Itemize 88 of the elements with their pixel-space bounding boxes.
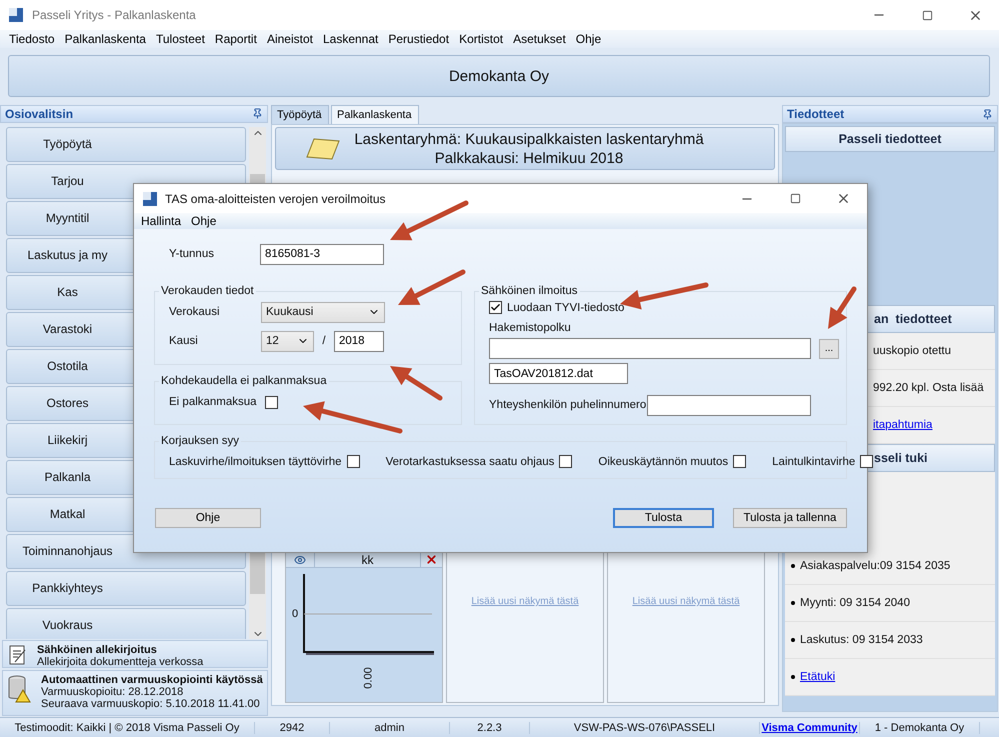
axis-category-label: 0.00 bbox=[362, 667, 375, 689]
group-title: Korjauksen syy bbox=[160, 435, 240, 447]
status-text: 2.2.3 bbox=[450, 722, 530, 734]
separator-text: / bbox=[321, 335, 327, 347]
checkbox-label: Luodaan TYVI-tiedosto bbox=[507, 302, 624, 314]
checkbox[interactable] bbox=[346, 455, 360, 468]
checkbox[interactable] bbox=[489, 301, 502, 314]
status-text: VSW-PAS-WS-076\PASSELI bbox=[530, 722, 760, 734]
tab[interactable]: Palkanlaskenta bbox=[331, 105, 419, 124]
menu-item[interactable]: Tiedosto bbox=[4, 32, 60, 46]
menu-item[interactable]: Asetukset bbox=[508, 32, 571, 46]
axis-tick-label: 0 bbox=[292, 608, 298, 620]
pin-icon[interactable] bbox=[982, 108, 993, 120]
app-logo-icon bbox=[8, 7, 24, 23]
menu-item[interactable]: Kortistot bbox=[454, 32, 508, 46]
bullet-icon bbox=[791, 675, 795, 679]
checkbox[interactable] bbox=[559, 455, 572, 468]
field-label: Kausi bbox=[169, 335, 199, 347]
section-button[interactable]: Pankkiyhteys bbox=[6, 570, 246, 606]
info-title: Sähköinen allekirjoitus bbox=[37, 644, 158, 656]
panel-title: Tiedotteet bbox=[787, 107, 844, 121]
window-title: Passeli Yritys - Palkanlaskenta bbox=[32, 8, 197, 22]
section-header: Passeli tiedotteet bbox=[785, 126, 995, 152]
group-title: Sähköinen ilmoitus bbox=[480, 285, 579, 297]
close-icon[interactable] bbox=[425, 553, 438, 566]
notice-text: uuskopio otettu bbox=[873, 345, 952, 357]
app-logo-icon bbox=[142, 190, 158, 206]
menu-item[interactable]: Hallinta bbox=[136, 214, 186, 228]
field-label: Y-tunnus bbox=[168, 248, 215, 260]
menu-item[interactable]: Tulosteet bbox=[150, 32, 210, 46]
section-button[interactable]: Vuokraus bbox=[6, 608, 246, 640]
period-type-select[interactable]: Kuukausi bbox=[261, 302, 385, 322]
directory-field[interactable] bbox=[489, 338, 811, 360]
checkbox-label: Oikeuskäytännön muutos bbox=[598, 456, 728, 468]
database-warning-icon bbox=[7, 674, 33, 704]
phone-field[interactable] bbox=[647, 394, 811, 416]
menu-item[interactable]: Raportit bbox=[210, 32, 262, 46]
menu-item[interactable]: Palkanlaskenta bbox=[60, 32, 151, 46]
menu-item[interactable]: Ohje bbox=[570, 32, 606, 46]
menu-item[interactable]: Ohje bbox=[186, 214, 222, 228]
status-link[interactable]: Visma Community bbox=[760, 722, 860, 734]
checkbox[interactable] bbox=[860, 455, 874, 468]
info-item[interactable]: Sähköinen allekirjoitus Allekirjoita dokumentteja verkossa bbox=[2, 640, 268, 668]
status-text: 2942 bbox=[255, 722, 330, 734]
checkbox[interactable] bbox=[265, 396, 278, 408]
eye-icon[interactable] bbox=[294, 554, 306, 566]
help-button[interactable]: Ohje bbox=[155, 508, 261, 528]
notice-text: Myynti: 09 3154 2040 bbox=[800, 597, 910, 609]
info-text: Seuraava varmuuskopio: 5.10.2018 11.41.00 bbox=[41, 698, 261, 710]
checkbox-label: Verotarkastuksessa saatu ohjaus bbox=[386, 456, 554, 468]
note-icon bbox=[306, 136, 340, 160]
month-select[interactable]: 12 bbox=[261, 330, 314, 352]
notice-link[interactable]: itapahtumia bbox=[873, 419, 932, 431]
company-banner: Demokanta Oy bbox=[8, 55, 990, 97]
status-text: admin bbox=[330, 722, 450, 734]
checkbox[interactable] bbox=[733, 455, 746, 468]
info-text: Allekirjoita dokumentteja verkossa bbox=[37, 656, 204, 668]
bullet-icon bbox=[791, 601, 795, 605]
info-text: Varmuuskopioitu: 28.12.2018 bbox=[41, 686, 184, 698]
notice-text: Asiakaspalvelu:09 3154 2035 bbox=[800, 560, 950, 572]
pin-icon[interactable] bbox=[252, 108, 263, 120]
header-text: Laskentaryhmä: Kuukausipalkkaisten laskentaryhmä bbox=[354, 130, 704, 148]
business-id-field[interactable]: 8165081-3 bbox=[260, 244, 384, 264]
info-item[interactable]: Automaattinen varmuuskopiointi käytössä Varmuuskopioitu: 28.12.2018 Seuraava varmuuskopio: 5.10.2018 11.41.00 bbox=[2, 670, 268, 716]
notice-link[interactable]: Etätuki bbox=[800, 671, 836, 683]
menu-item[interactable]: Aineistot bbox=[262, 32, 318, 46]
tab[interactable]: Työpöytä bbox=[271, 105, 329, 124]
header-text: Palkkakausi: Helmikuu 2018 bbox=[434, 148, 624, 168]
menu-item[interactable]: Laskennat bbox=[318, 32, 384, 46]
status-text: 1 - Demokanta Oy bbox=[860, 722, 980, 734]
panel-title: Osiovalitsin bbox=[5, 106, 74, 121]
info-title: Automaattinen varmuuskopiointi käytössä bbox=[41, 674, 263, 686]
action-button[interactable]: Tulosta ja tallenna bbox=[733, 508, 847, 528]
bullet-icon bbox=[791, 564, 795, 568]
bullet-icon bbox=[791, 638, 795, 642]
maximize-icon[interactable] bbox=[922, 10, 932, 20]
browse-button[interactable]: ... bbox=[819, 338, 839, 359]
field-label: Hakemistopolku bbox=[489, 322, 572, 334]
maximize-icon[interactable] bbox=[790, 193, 800, 204]
section-button[interactable]: Työpöytä bbox=[6, 126, 246, 162]
field-label: Yhteyshenkilön puhelinnumero bbox=[489, 399, 647, 412]
notice-text: 992.20 kpl. Osta lisää bbox=[873, 382, 984, 394]
year-field[interactable]: 2018 bbox=[334, 330, 384, 352]
menu-item[interactable]: Perustiedot bbox=[383, 32, 454, 46]
file-name-field[interactable]: TasOAV201812.dat bbox=[489, 363, 628, 384]
status-text: Testimoodit: Kaikki | © 2018 Visma Passeli Oy bbox=[0, 722, 255, 734]
notice-text: Laskutus: 09 3154 2033 bbox=[800, 634, 923, 646]
action-button[interactable]: Tulosta bbox=[613, 508, 714, 528]
